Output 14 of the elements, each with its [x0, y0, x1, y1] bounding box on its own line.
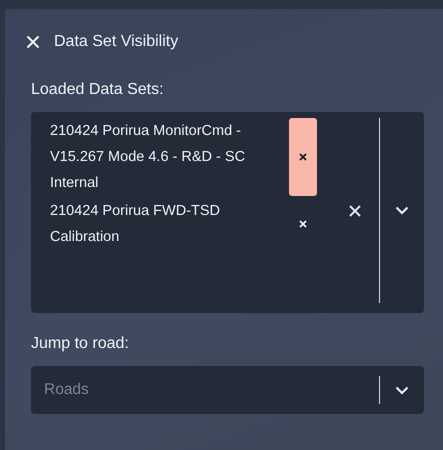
field-label: Jump to road: — [31, 335, 130, 353]
chevron-down-icon[interactable] — [395, 206, 409, 215]
close-icon — [299, 220, 307, 228]
field-label: Loaded Data Sets: — [31, 81, 165, 99]
data-set-item: 210424 Porirua FWD-TSD Calibration — [50, 202, 222, 247]
road-select-field[interactable]: Roads — [31, 366, 424, 414]
close-icon — [299, 153, 307, 161]
data-set-item: 210424 Porirua MonitorCmd - V15.267 Mode 4.6 - R&D - SC Internal — [50, 122, 246, 193]
close-icon[interactable] — [26, 35, 40, 49]
chevron-down-icon[interactable] — [395, 386, 409, 394]
placeholder-text: Roads — [44, 381, 90, 399]
panel-title: Data Set Visibility — [54, 33, 178, 51]
multi-select-field[interactable]: 210424 Porirua MonitorCmd - V15.267 Mode 4.6 - R&D - SC Internal 210424 Porirua FWD-TSD Calibration — [31, 112, 424, 313]
clear-icon — [349, 204, 361, 216]
